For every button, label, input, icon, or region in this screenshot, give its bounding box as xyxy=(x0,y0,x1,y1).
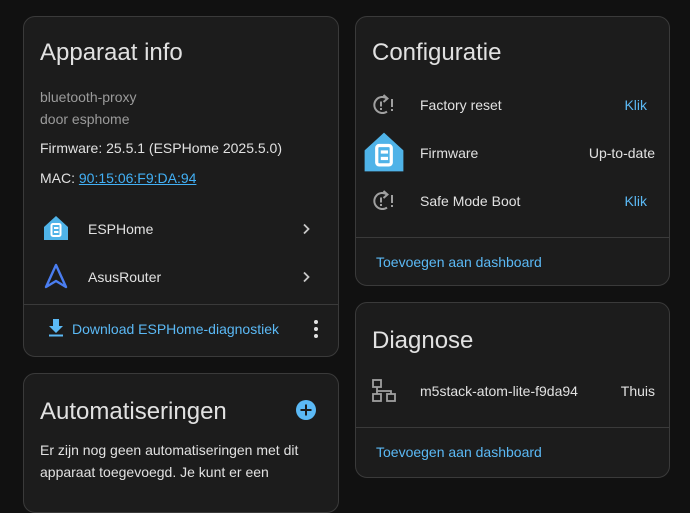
integration-label-esphome: ESPHome xyxy=(88,221,154,237)
asusrouter-icon xyxy=(44,263,68,289)
diagnostics-label-network: m5stack-atom-lite-f9da94 xyxy=(420,383,578,399)
mac-label: MAC: xyxy=(40,170,79,186)
diagnostics-row-network[interactable]: m5stack-atom-lite-f9da94 Thuis xyxy=(356,373,669,409)
device-manufacturer: door esphome xyxy=(40,111,130,127)
device-info-card: Apparaat info bluetooth-proxy door espho… xyxy=(23,16,339,357)
configuration-title: Configuratie xyxy=(372,39,502,66)
integration-label-asusrouter: AsusRouter xyxy=(88,269,162,285)
config-label-safe-mode-boot: Safe Mode Boot xyxy=(420,193,521,209)
more-vert-icon[interactable] xyxy=(312,319,320,339)
device-mac: MAC: 90:15:06:F9:DA:94 xyxy=(40,170,196,186)
add-automation-icon[interactable] xyxy=(295,399,317,421)
chevron-right-icon xyxy=(303,223,310,235)
mac-address-link[interactable]: 90:15:06:F9:DA:94 xyxy=(79,170,197,186)
esphome-icon xyxy=(364,132,404,172)
config-row-safe-mode-boot: Safe Mode Boot Klik xyxy=(356,181,669,221)
device-info-title: Apparaat info xyxy=(40,39,183,66)
chevron-right-icon xyxy=(303,271,310,283)
configuration-card: Configuratie Factory reset Klik Firmware… xyxy=(355,16,670,286)
automations-title: Automatiseringen xyxy=(40,398,227,425)
diagnostics-value-network: Thuis xyxy=(620,383,655,399)
add-to-dashboard-button[interactable]: Toevoegen aan dashboard xyxy=(376,254,542,270)
integration-row-esphome[interactable]: ESPHome xyxy=(24,207,338,251)
integration-row-asusrouter[interactable]: AsusRouter xyxy=(24,255,338,299)
config-row-firmware[interactable]: Firmware Up-to-date xyxy=(356,129,669,177)
diagnostics-card: Diagnose m5stack-atom-lite-f9da94 Thuis … xyxy=(355,302,670,478)
download-diagnostics-button[interactable]: Download ESPHome-diagnostiek xyxy=(40,313,290,343)
add-to-dashboard-button[interactable]: Toevoegen aan dashboard xyxy=(376,444,542,460)
config-row-factory-reset: Factory reset Klik xyxy=(356,85,669,125)
safe-mode-boot-button[interactable]: Klik xyxy=(624,193,647,209)
card-divider xyxy=(356,427,669,428)
config-label-firmware: Firmware xyxy=(420,145,479,161)
device-model: bluetooth-proxy xyxy=(40,89,137,105)
automations-card: Automatiseringen Er zijn nog geen automa… xyxy=(23,373,339,513)
device-firmware: Firmware: 25.5.1 (ESPHome 2025.5.0) xyxy=(40,140,282,156)
automations-empty-line2: apparaat toegevoegd. Je kunt er een xyxy=(40,464,269,480)
card-divider xyxy=(24,304,338,305)
firmware-status: Up-to-date xyxy=(588,145,655,161)
config-label-factory-reset: Factory reset xyxy=(420,97,502,113)
automations-empty-line1: Er zijn nog geen automatiseringen met di… xyxy=(40,442,299,458)
factory-reset-button[interactable]: Klik xyxy=(624,97,647,113)
download-diagnostics-label: Download ESPHome-diagnostiek xyxy=(72,321,279,337)
lan-icon xyxy=(372,379,396,402)
restart-alert-icon xyxy=(373,190,393,210)
card-divider xyxy=(356,237,669,238)
esphome-icon xyxy=(44,216,68,240)
download-icon xyxy=(49,319,63,337)
restart-alert-icon xyxy=(373,94,393,114)
diagnostics-title: Diagnose xyxy=(372,327,474,354)
